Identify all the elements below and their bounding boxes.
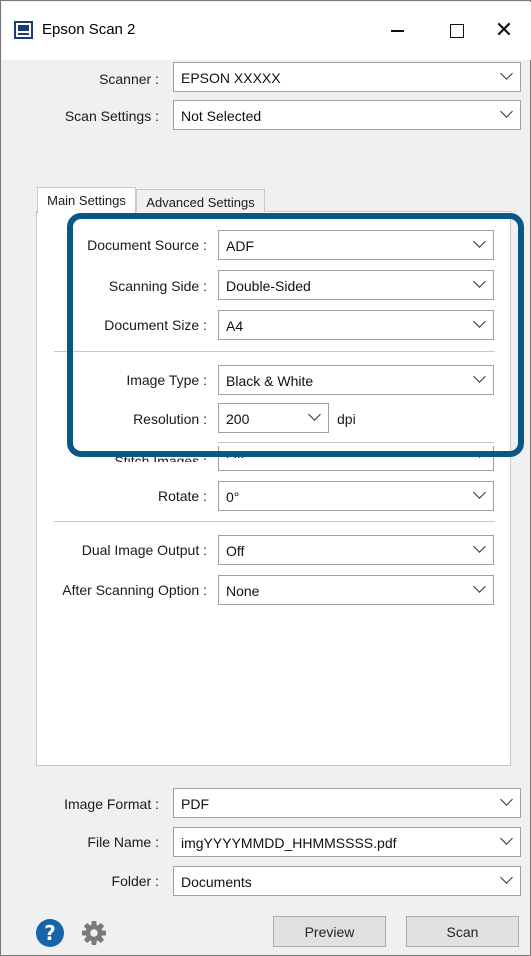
chevron-down-icon	[500, 67, 513, 80]
section-divider	[54, 521, 495, 522]
scanning-side-value: Double-Sided	[226, 278, 311, 294]
document-size-label: Document Size :	[104, 317, 207, 333]
scan-button[interactable]: Scan	[406, 916, 519, 947]
chevron-down-icon	[473, 370, 486, 383]
document-size-value: A4	[226, 318, 244, 334]
rotate-label: Rotate :	[157, 488, 207, 504]
chevron-down-icon	[473, 580, 486, 593]
minimize-icon	[390, 30, 404, 32]
dual-image-output-select[interactable]: Off	[218, 535, 494, 565]
image-type-label: Image Type :	[126, 372, 207, 388]
rotate-value: 0°	[226, 489, 240, 505]
image-type-select[interactable]: Black & White	[218, 365, 494, 395]
document-size-select[interactable]: A4	[218, 310, 494, 340]
window-title: Epson Scan 2	[42, 21, 136, 38]
resolution-unit: dpi	[337, 411, 356, 427]
chevron-down-icon	[473, 445, 486, 458]
scanner-value: EPSON XXXXX	[181, 70, 281, 86]
close-button[interactable]: ✕	[476, 2, 531, 60]
preview-button[interactable]: Preview	[273, 916, 386, 947]
help-icon[interactable]: ?	[36, 919, 64, 947]
image-format-value: PDF	[181, 796, 209, 812]
tab-main-settings[interactable]: Main Settings	[37, 187, 136, 213]
section-divider	[54, 351, 495, 352]
document-source-select[interactable]: ADF	[218, 230, 494, 260]
file-name-label: File Name :	[87, 834, 159, 850]
dual-image-output-value: Off	[226, 543, 245, 559]
dual-image-output-label: Dual Image Output :	[81, 542, 207, 558]
resolution-value: 200	[226, 411, 250, 427]
chevron-down-icon	[473, 235, 486, 248]
scanning-side-label: Scanning Side :	[108, 278, 207, 294]
scan-settings-value: Not Selected	[181, 108, 262, 124]
chevron-down-icon	[473, 275, 486, 288]
file-name-value: imgYYYYMMDD_HHMMSSSS.pdf	[181, 835, 397, 851]
maximize-icon	[450, 24, 464, 38]
resolution-select[interactable]: 200	[218, 403, 329, 433]
stitch-images-select[interactable]: Off	[218, 445, 494, 471]
folder-label: Folder :	[111, 873, 159, 889]
folder-select[interactable]: Documents	[173, 866, 521, 896]
scanner-select[interactable]: EPSON XXXXX	[173, 62, 521, 92]
scanning-side-select[interactable]: Double-Sided	[218, 270, 494, 300]
file-name-select[interactable]: imgYYYYMMDD_HHMMSSSS.pdf	[173, 827, 521, 857]
after-scanning-option-label: After Scanning Option :	[62, 582, 207, 598]
gear-icon[interactable]	[80, 919, 108, 947]
chevron-down-icon	[473, 315, 486, 328]
epson-scan-window: Epson Scan 2 ✕ Scanner : EPSON XXXXX Sca…	[0, 0, 531, 956]
scan-settings-label: Scan Settings :	[64, 108, 159, 124]
title-bar: Epson Scan 2 ✕	[2, 2, 531, 60]
chevron-down-icon	[500, 105, 513, 118]
chevron-down-icon	[500, 793, 513, 806]
close-icon: ✕	[494, 18, 514, 43]
document-source-value: ADF	[226, 238, 254, 254]
after-scanning-option-select[interactable]: None	[218, 575, 494, 605]
image-format-select[interactable]: PDF	[173, 788, 521, 818]
stitch-images-label: Stitch Images :	[114, 453, 207, 462]
section-divider	[218, 442, 494, 443]
tab-advanced-settings[interactable]: Advanced Settings	[136, 189, 265, 212]
rotate-select[interactable]: 0°	[218, 481, 494, 511]
chevron-down-icon	[500, 871, 513, 884]
image-type-value: Black & White	[226, 373, 314, 389]
scanner-app-icon	[14, 21, 33, 39]
document-source-label: Document Source :	[87, 237, 207, 253]
chevron-down-icon	[473, 486, 486, 499]
stitch-images-value: Off	[226, 448, 245, 458]
minimize-button[interactable]	[369, 2, 425, 60]
chevron-down-icon	[500, 832, 513, 845]
scanner-label: Scanner :	[99, 71, 159, 87]
scan-settings-select[interactable]: Not Selected	[173, 100, 521, 130]
image-format-label: Image Format :	[64, 796, 159, 812]
chevron-down-icon	[473, 540, 486, 553]
after-scanning-option-value: None	[226, 583, 260, 599]
resolution-label: Resolution :	[133, 411, 207, 427]
chevron-down-icon	[308, 408, 321, 421]
folder-value: Documents	[181, 874, 252, 890]
